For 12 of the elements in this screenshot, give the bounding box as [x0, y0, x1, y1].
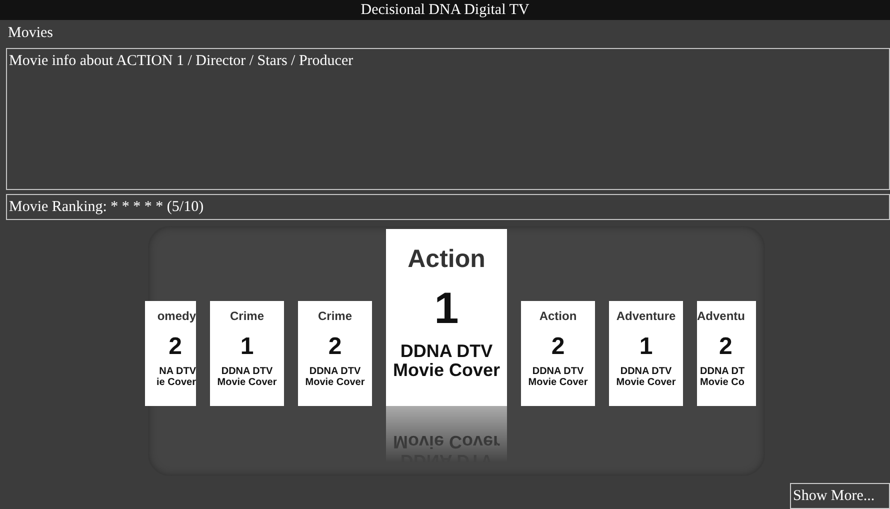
movie-cover[interactable]: Action 2 DDNA DTV Movie Cover [521, 301, 595, 406]
movie-info-text: Movie info about ACTION 1 / Director / Stars / Producer [9, 53, 354, 69]
window-title: Decisional DNA Digital TV [0, 0, 890, 20]
show-more-button[interactable]: Show More... [790, 483, 890, 509]
movie-cover[interactable]: Adventu 2 DDNA DT Movie Co [697, 301, 756, 406]
movie-cover[interactable]: Adventure 1 DDNA DTV Movie Cover [609, 301, 683, 406]
movie-cover[interactable]: Crime 1 DDNA DTV Movie Cover [210, 301, 284, 406]
section-title: Movies [8, 24, 53, 42]
movie-cover[interactable]: Action 1 DDNA DTV Movie Cover [386, 229, 507, 406]
ranking-text: Movie Ranking: * * * * * (5/10) [9, 198, 204, 216]
movie-cover[interactable]: omedy 2 NA DTV ie Cover [145, 301, 196, 406]
movie-cover[interactable]: Crime 2 DDNA DTV Movie Cover [298, 301, 372, 406]
